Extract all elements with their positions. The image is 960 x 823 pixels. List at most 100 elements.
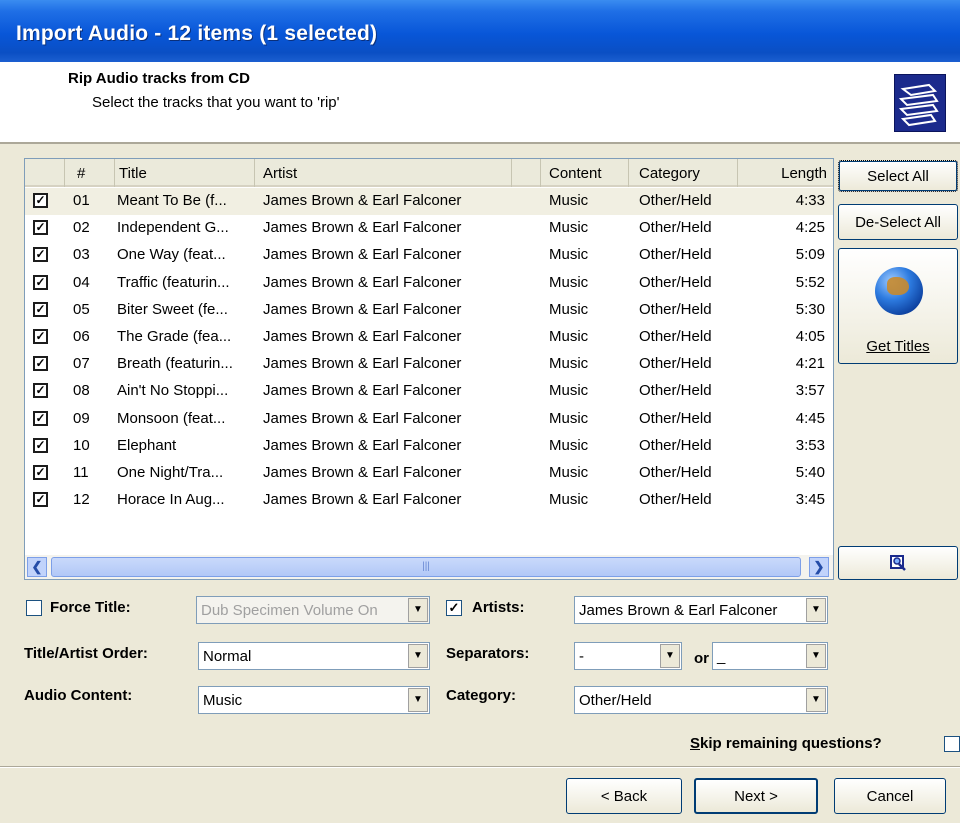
row-checkbox[interactable]: ✓ <box>33 247 48 263</box>
table-row[interactable]: ✓ 08 Ain't No Stoppi... James Brown & Earl … <box>25 378 833 405</box>
order-value: Normal <box>203 648 252 665</box>
scroll-left-icon[interactable]: ❮ <box>27 557 47 577</box>
table-row[interactable]: ✓ 05 Biter Sweet (fe... James Brown & Earl … <box>25 297 833 324</box>
row-checkbox[interactable]: ✓ <box>33 492 48 508</box>
chevron-down-icon[interactable]: ▼ <box>408 688 428 712</box>
force-title-checkbox[interactable] <box>26 600 42 616</box>
col-length[interactable]: Length <box>738 159 833 187</box>
separator2-combo[interactable]: _ ▼ <box>712 642 828 670</box>
col-number[interactable]: # <box>65 159 115 187</box>
row-checkbox[interactable]: ✓ <box>33 410 48 426</box>
select-all-button[interactable]: Select All <box>838 160 958 192</box>
separators-label: Separators: <box>446 645 530 662</box>
table-row[interactable]: ✓ 07 Breath (featurin... James Brown & Earl… <box>25 351 833 378</box>
table-row[interactable]: ✓ 11 One Night/Tra... James Brown & Earl Fa… <box>25 460 833 487</box>
chevron-down-icon[interactable]: ▼ <box>806 598 826 622</box>
row-checkbox[interactable]: ✓ <box>33 301 48 317</box>
skip-checkbox[interactable] <box>944 736 960 752</box>
col-content[interactable]: Content <box>541 159 629 187</box>
col-check[interactable] <box>25 159 65 187</box>
row-artist: James Brown & Earl Falconer <box>263 436 462 454</box>
row-number: 04 <box>73 273 90 291</box>
table-row[interactable]: ✓ 12 Horace In Aug... James Brown & Earl Fa… <box>25 487 833 514</box>
artists-label: Artists: <box>472 599 525 616</box>
table-row[interactable]: ✓ 09 Monsoon (feat... James Brown & Earl Fa… <box>25 406 833 433</box>
chevron-down-icon[interactable]: ▼ <box>660 644 680 668</box>
col-artist[interactable]: Artist <box>255 159 512 187</box>
row-title: Breath (featurin... <box>117 355 233 373</box>
row-number: 11 <box>73 464 89 481</box>
row-category: Other/Held <box>639 464 712 481</box>
row-checkbox[interactable]: ✓ <box>33 437 48 453</box>
row-artist: James Brown & Earl Falconer <box>263 464 462 481</box>
row-length: 4:21 <box>795 355 825 373</box>
horizontal-scrollbar[interactable]: ❮ ||| ❯ <box>25 555 833 579</box>
row-checkbox[interactable]: ✓ <box>33 383 48 399</box>
artists-checkbox[interactable]: ✓ <box>446 600 462 616</box>
row-artist: James Brown & Earl Falconer <box>263 355 462 373</box>
row-artist: James Brown & Earl Falconer <box>263 273 462 291</box>
scroll-right-icon[interactable]: ❯ <box>809 557 829 577</box>
audio-content-combo[interactable]: Music ▼ <box>198 686 430 714</box>
row-checkbox[interactable]: ✓ <box>33 465 48 480</box>
separator1-combo[interactable]: - ▼ <box>574 642 682 670</box>
force-title-combo[interactable]: Dub Specimen Volume On ▼ <box>196 596 430 624</box>
row-length: 5:40 <box>795 464 825 481</box>
scroll-thumb[interactable]: ||| <box>51 557 801 577</box>
row-checkbox[interactable]: ✓ <box>33 274 48 290</box>
row-length: 5:30 <box>795 300 825 318</box>
row-title: Independent G... <box>117 219 229 237</box>
chevron-down-icon[interactable]: ▼ <box>408 598 428 622</box>
row-content: Music <box>549 436 589 454</box>
footer-divider <box>0 766 960 768</box>
artists-combo[interactable]: James Brown & Earl Falconer ▼ <box>574 596 828 624</box>
row-category: Other/Held <box>639 436 712 454</box>
row-category: Other/Held <box>639 355 712 373</box>
cancel-button[interactable]: Cancel <box>834 778 946 814</box>
row-length: 5:52 <box>795 273 825 291</box>
row-category: Other/Held <box>639 219 712 237</box>
table-row[interactable]: ✓ 03 One Way (feat... James Brown & Earl Fa… <box>25 242 833 269</box>
chevron-down-icon[interactable]: ▼ <box>408 644 428 668</box>
row-title: Traffic (featurin... <box>117 273 230 291</box>
table-row[interactable]: ✓ 10 Elephant James Brown & Earl Falconer Mu… <box>25 433 833 460</box>
row-artist: James Brown & Earl Falconer <box>263 409 462 427</box>
row-length: 3:53 <box>795 436 825 454</box>
row-checkbox[interactable]: ✓ <box>33 329 48 344</box>
chevron-down-icon[interactable]: ▼ <box>806 688 826 712</box>
track-list[interactable]: # Title Artist Content Category Length ✓… <box>24 158 834 580</box>
category-combo[interactable]: Other/Held ▼ <box>574 686 828 714</box>
category-label: Category: <box>446 687 517 704</box>
globe-icon <box>875 267 923 315</box>
window-title: Import Audio - 12 items (1 selected) <box>0 0 960 62</box>
table-row[interactable]: ✓ 01 Meant To Be (f... James Brown & Earl F… <box>25 188 833 215</box>
next-button[interactable]: Next > <box>694 778 818 814</box>
col-category[interactable]: Category <box>629 159 738 187</box>
row-content: Music <box>549 192 589 209</box>
row-checkbox[interactable]: ✓ <box>33 193 48 208</box>
document-stack-icon <box>894 74 946 132</box>
row-category: Other/Held <box>639 491 712 509</box>
artists-value: James Brown & Earl Falconer <box>579 602 778 619</box>
col-title[interactable]: Title <box>115 159 255 187</box>
row-number: 10 <box>73 436 90 454</box>
order-combo[interactable]: Normal ▼ <box>198 642 430 670</box>
row-length: 4:25 <box>795 219 825 237</box>
col-blank[interactable] <box>512 159 541 187</box>
table-row[interactable]: ✓ 04 Traffic (featurin... James Brown & Ear… <box>25 270 833 297</box>
get-titles-button[interactable]: Get Titles <box>838 248 958 364</box>
row-number: 12 <box>73 491 90 509</box>
table-row[interactable]: ✓ 02 Independent G... James Brown & Earl Fa… <box>25 215 833 242</box>
row-category: Other/Held <box>639 246 712 264</box>
row-checkbox[interactable]: ✓ <box>33 356 48 372</box>
back-button[interactable]: < Back <box>566 778 682 814</box>
chevron-down-icon[interactable]: ▼ <box>806 644 826 668</box>
row-length: 5:09 <box>795 246 825 264</box>
table-row[interactable]: ✓ 06 The Grade (fea... James Brown & Earl F… <box>25 324 833 351</box>
find-button[interactable] <box>838 546 958 580</box>
row-checkbox[interactable]: ✓ <box>33 220 48 236</box>
deselect-all-button[interactable]: De-Select All <box>838 204 958 240</box>
separator2-value: _ <box>717 648 726 665</box>
row-length: 3:57 <box>795 382 825 400</box>
row-content: Music <box>549 382 589 400</box>
